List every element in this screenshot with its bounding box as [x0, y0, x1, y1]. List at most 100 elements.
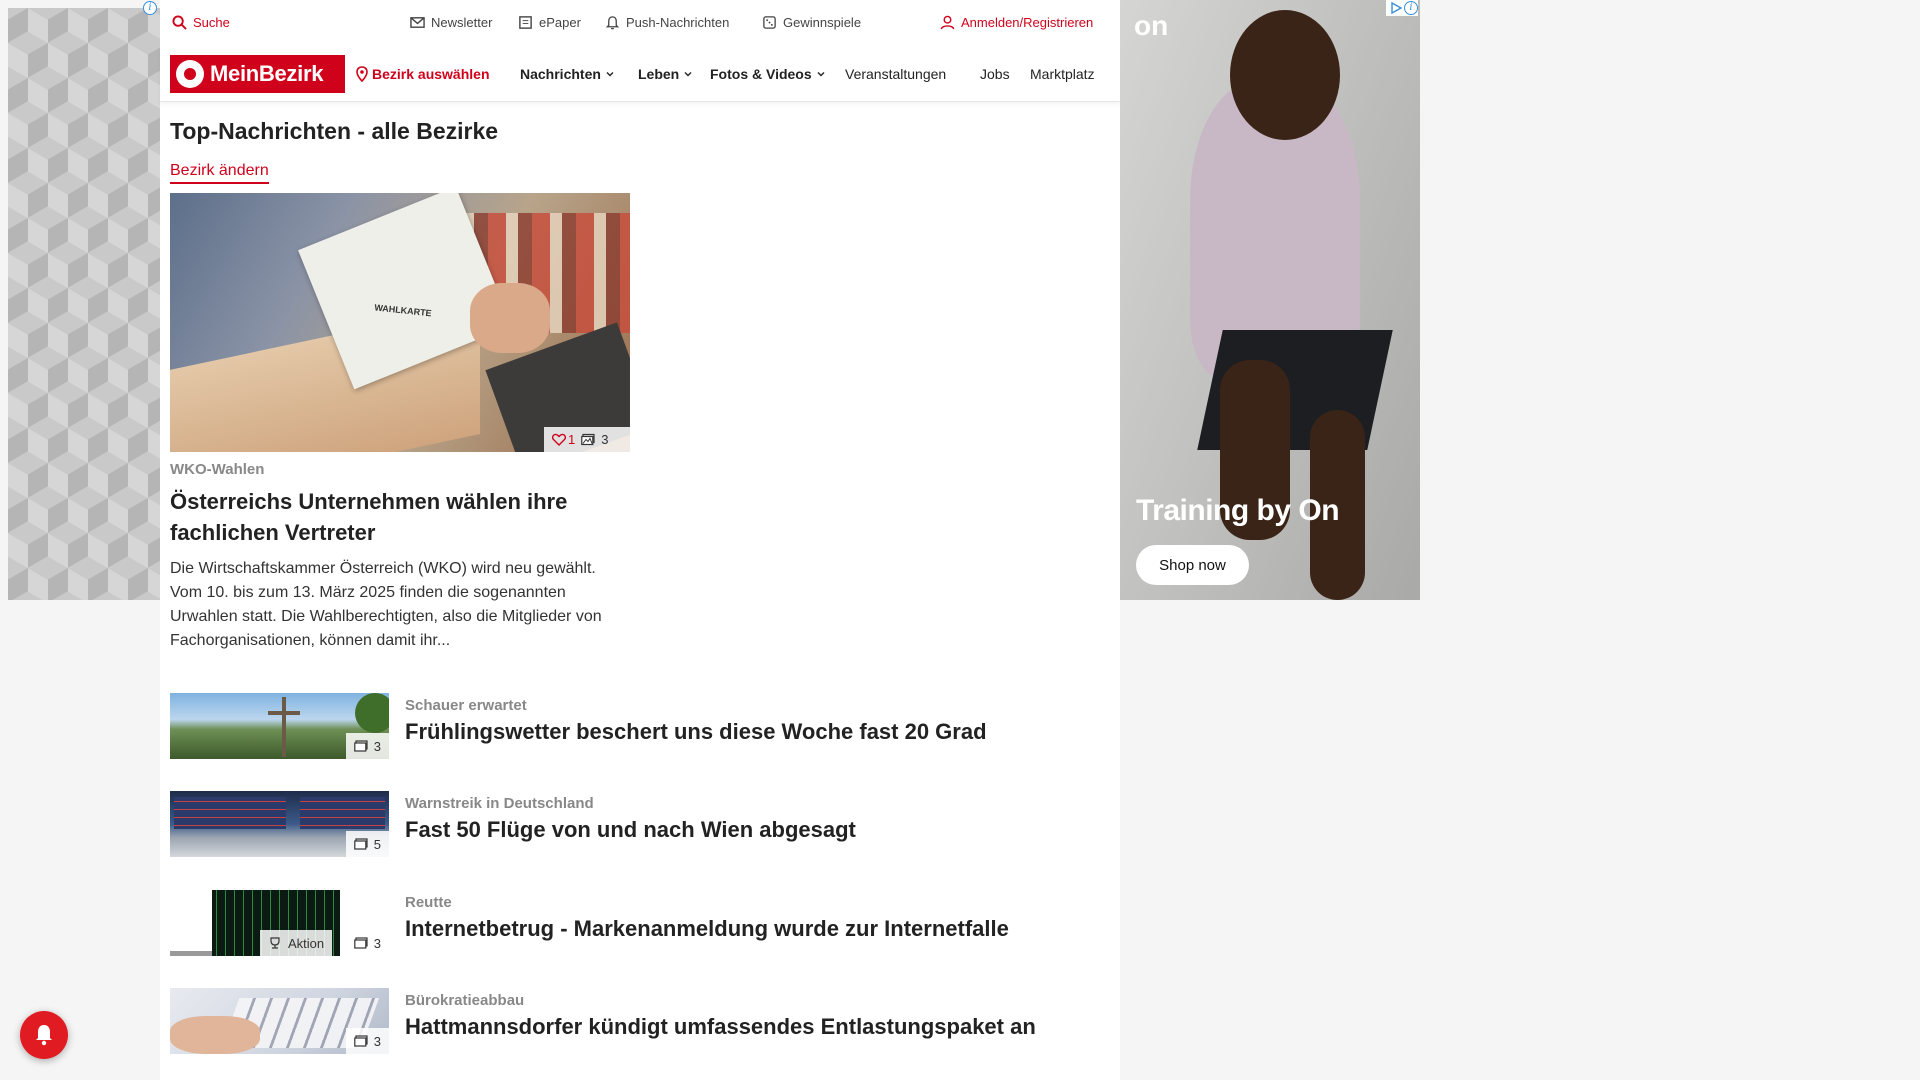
- chevron-down-icon: [606, 72, 614, 77]
- nav-item-fotos-videos[interactable]: Fotos & Videos: [710, 66, 826, 82]
- ad-brand-logo: on: [1134, 10, 1169, 41]
- play-triangle-icon: [1391, 2, 1402, 14]
- nav-item-marktplatz[interactable]: Marktplatz: [1030, 66, 1095, 82]
- push-link[interactable]: Push-Nachrichten: [605, 15, 729, 30]
- nav-label: Jobs: [980, 66, 1010, 82]
- ad-info-icon: i: [1404, 1, 1418, 15]
- select-district-button[interactable]: Bezirk auswählen: [356, 66, 490, 82]
- ad-cta-button[interactable]: Shop now: [1136, 545, 1249, 585]
- gallery-icon: [353, 838, 368, 850]
- summit-cross-bar: [268, 711, 300, 715]
- bell-icon: [605, 16, 620, 30]
- change-district-link[interactable]: Bezirk ändern: [170, 162, 269, 184]
- ad-headline: Training by On: [1136, 494, 1340, 527]
- list-item[interactable]: 3 Schauer erwartet Frühlingswetter besch…: [170, 693, 1110, 759]
- article-title[interactable]: Frühlingswetter beschert uns diese Woche…: [405, 719, 987, 745]
- nav-item-jobs[interactable]: Jobs: [980, 66, 1010, 82]
- sidebar-ad[interactable]: on Training by On Shop now i: [1120, 0, 1420, 600]
- photo-badge: 5: [345, 831, 389, 857]
- logo-text: MeinBezirk: [210, 61, 324, 86]
- article-topic: Reutte: [405, 894, 452, 911]
- article-topic: Schauer erwartet: [405, 697, 527, 714]
- article-thumbnail[interactable]: 3: [170, 693, 389, 759]
- hero-topic: WKO-Wahlen: [170, 461, 265, 478]
- article-title[interactable]: Hattmannsdorfer kündigt umfassendes Entl…: [405, 1014, 1036, 1040]
- contests-label: Gewinnspiele: [783, 15, 862, 30]
- site-logo[interactable]: MeinBezirk: [170, 55, 345, 93]
- nav-label: Marktplatz: [1030, 66, 1095, 82]
- photo-badge: 3: [345, 930, 389, 956]
- newsletter-label: Newsletter: [431, 15, 493, 30]
- newsletter-link[interactable]: Newsletter: [410, 15, 492, 30]
- select-district-label: Bezirk auswählen: [372, 66, 490, 82]
- logo-mark-icon: [176, 60, 204, 88]
- list-item[interactable]: 5 Warnstreik in Deutschland Fast 50 Flüg…: [170, 791, 1110, 857]
- action-badge: Aktion: [260, 930, 333, 956]
- chevron-down-icon: [684, 72, 692, 77]
- contests-link[interactable]: Gewinnspiele: [762, 15, 861, 30]
- heart-icon: [552, 433, 566, 446]
- nav-item-veranstaltungen[interactable]: Veranstaltungen: [845, 66, 946, 82]
- main-navbar: MeinBezirk Bezirk auswählen Nachrichten …: [160, 46, 1120, 102]
- photo-badge: 3: [345, 733, 389, 759]
- notification-bell-button[interactable]: [20, 1011, 68, 1059]
- photo-badge: 3: [345, 1028, 389, 1054]
- gallery-icon: [353, 1035, 368, 1047]
- photo-count: 3: [373, 935, 381, 951]
- adchoices-icon[interactable]: i: [1386, 0, 1418, 16]
- chevron-down-icon: [817, 72, 825, 77]
- epaper-label: ePaper: [539, 15, 581, 30]
- bell-icon: [36, 1025, 52, 1046]
- gallery-icon: [353, 740, 368, 752]
- page-title: Top-Nachrichten - alle Bezirke: [170, 118, 499, 144]
- nav-scroll-fade: [1090, 46, 1120, 101]
- left-skin-ad[interactable]: [8, 8, 160, 600]
- thumbnail-bar: [170, 951, 212, 956]
- utility-bar: Suche Newsletter ePaper Push-Nachrichten…: [160, 0, 1120, 46]
- login-link[interactable]: Anmelden/Registrieren: [940, 15, 1093, 30]
- article-title[interactable]: Internetbetrug - Markenanmeldung wurde z…: [405, 916, 1009, 942]
- hand: [470, 283, 550, 353]
- action-label: Aktion: [288, 935, 325, 951]
- nav-label: Fotos & Videos: [710, 66, 812, 82]
- article-title[interactable]: Fast 50 Flüge von und nach Wien abgesagt: [405, 817, 856, 843]
- summit-cross: [282, 697, 286, 757]
- photo-count: 3: [601, 432, 609, 447]
- ad-info-icon[interactable]: i: [143, 1, 157, 15]
- hero-image[interactable]: WAHLKARTE: [170, 193, 630, 452]
- article-topic: Warnstreik in Deutschland: [405, 795, 594, 812]
- list-item[interactable]: Aktion 3 Reutte Internetbetrug - Markena…: [170, 890, 1110, 956]
- dice-icon: [763, 16, 776, 29]
- likes-value: 1: [568, 432, 576, 447]
- nav-label: Nachrichten: [520, 66, 601, 82]
- article-thumbnail[interactable]: Aktion 3: [170, 890, 389, 956]
- search-icon: [172, 15, 187, 30]
- login-label: Anmelden/Registrieren: [961, 15, 1094, 30]
- envelope-caption: WAHLKARTE: [373, 302, 433, 319]
- article-thumbnail[interactable]: 3: [170, 988, 389, 1054]
- nav-item-nachrichten[interactable]: Nachrichten: [520, 66, 615, 82]
- trophy-icon: [270, 937, 280, 949]
- article-thumbnail[interactable]: 5: [170, 791, 389, 857]
- main-column: Suche Newsletter ePaper Push-Nachrichten…: [160, 0, 1120, 1080]
- nav-label: Veranstaltungen: [845, 66, 947, 82]
- hero-title[interactable]: Österreichs Unternehmen wählen ihre fach…: [170, 486, 630, 548]
- newspaper-icon: [519, 16, 532, 29]
- location-pin-icon: [356, 66, 368, 82]
- search-link[interactable]: Suche: [172, 15, 230, 30]
- push-label: Push-Nachrichten: [626, 15, 730, 30]
- likes-count[interactable]: 1: [552, 432, 575, 447]
- envelope-icon: [410, 17, 425, 28]
- photo-count: 3: [373, 1033, 381, 1049]
- photo-count: 3: [373, 738, 381, 754]
- nav-item-leben[interactable]: Leben: [638, 66, 693, 82]
- photo-count: 5: [373, 836, 381, 852]
- list-item[interactable]: 3 Bürokratieabbau Hattmannsdorfer kündig…: [170, 988, 1110, 1054]
- search-label: Suche: [193, 15, 230, 30]
- epaper-link[interactable]: ePaper: [518, 15, 581, 30]
- departure-board: [174, 797, 286, 829]
- tree: [355, 693, 389, 733]
- gallery-icon: [353, 937, 368, 949]
- article-topic: Bürokratieabbau: [405, 992, 525, 1009]
- user-icon: [940, 15, 955, 30]
